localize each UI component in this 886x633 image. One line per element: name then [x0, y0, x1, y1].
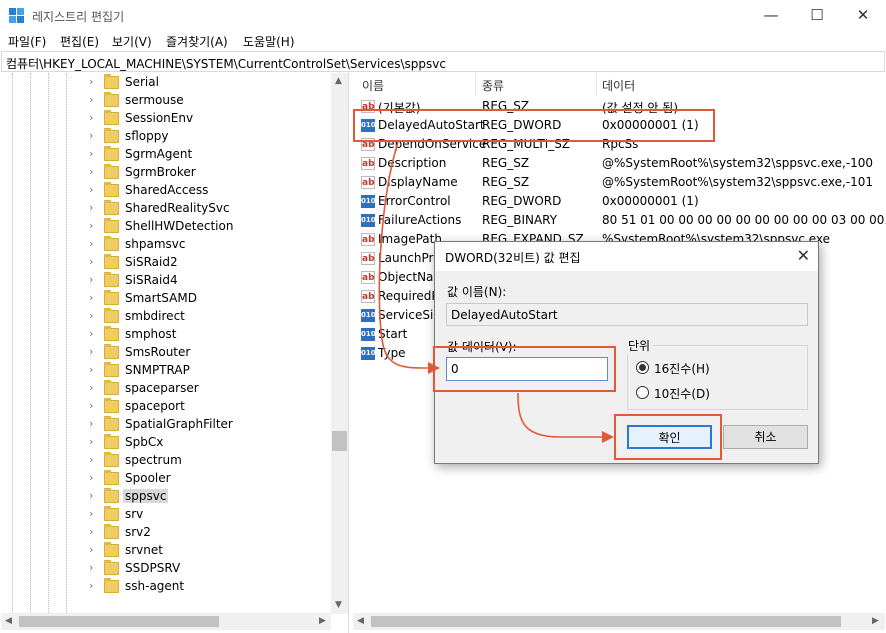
annotation-arrows [378, 141, 614, 443]
